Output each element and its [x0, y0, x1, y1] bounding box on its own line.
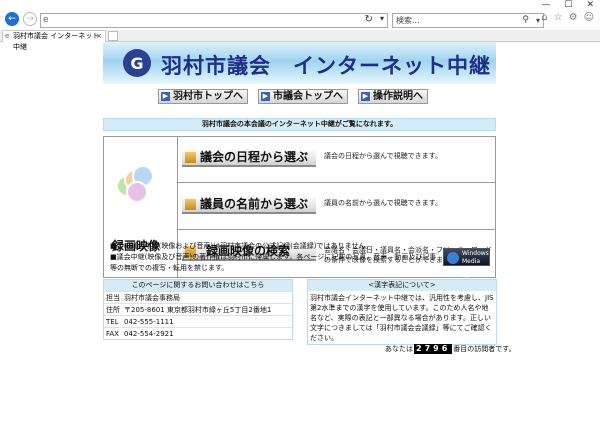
- arrow-right-icon: [185, 152, 196, 163]
- notice-line: ■この議会中継(映像および音声)は羽村市議会の公式記録(会議録)ではありません。: [110, 242, 373, 250]
- address-bar[interactable]: e ↻ ▾: [40, 13, 388, 28]
- nav-council-top[interactable]: ▶ 市議会トップへ: [258, 89, 348, 104]
- kanji-header: <漢字表記について>: [308, 280, 496, 291]
- row-description: 議会の日程から選んで視聴できます。: [324, 152, 442, 160]
- top-nav: ▶ 羽村市トップへ ▶ 市議会トップへ ▶ 操作説明へ: [158, 89, 428, 104]
- windows-media-player-badge[interactable]: Windows Media Player 12: [443, 248, 490, 281]
- visitor-counter: あなたは 2796 番目の訪問者です。: [385, 344, 516, 354]
- nav-label: 羽村市トップへ: [173, 91, 243, 102]
- arrow-right-icon: ▶: [361, 92, 370, 101]
- button-label: 議員の名前から選ぶ: [200, 197, 309, 211]
- contact-label: 住所: [106, 306, 120, 314]
- contact-row: 住所 〒205-8601 東京都羽村市緑ヶ丘5丁目2番地1: [104, 303, 292, 315]
- nav-city-top[interactable]: ▶ 羽村市トップへ: [158, 89, 248, 104]
- contact-box: このページに関するお問い合わせはこちら 担当 羽村市議会事務局 住所 〒205-…: [103, 279, 293, 340]
- gear-icon[interactable]: ⚙: [569, 12, 578, 23]
- counter-prefix: あなたは: [385, 345, 413, 353]
- button-label: 議会の日程から選ぶ: [200, 150, 309, 164]
- banner: G 羽村市議会 インターネット中継: [103, 42, 496, 84]
- toolbar-icons: ⌂ ☆ ⚙ ☺: [541, 12, 594, 23]
- contact-row: TEL 042-555-1111: [104, 315, 292, 327]
- intro-banner: 羽村市議会の本会議のインターネット中継がご覧になれます。: [103, 118, 496, 131]
- row-description: 議員の名前から選んで視聴できます。: [324, 199, 442, 207]
- smiley-icon[interactable]: ☺: [584, 12, 594, 23]
- windows-media-player-icon: [447, 252, 459, 264]
- contact-row: 担当 羽村市議会事務局: [104, 291, 292, 303]
- title-bar: [0, 0, 600, 8]
- disc-icon: [116, 165, 156, 209]
- ie-tab-icon: e: [5, 32, 10, 40]
- search-dropdown-icon[interactable]: ▾: [536, 14, 540, 27]
- ie-page-icon: e: [43, 15, 49, 25]
- counter-suffix: 番目の訪問者です。: [453, 345, 516, 353]
- contact-value: 羽村市議会事務局: [124, 294, 180, 302]
- contact-label: FAX: [106, 330, 119, 338]
- kanji-notice-box: <漢字表記について> 羽村市議会インターネット中継では、汎用性を考慮し、JIS第…: [307, 279, 497, 345]
- contact-label: TEL: [106, 318, 119, 326]
- select-by-member-button[interactable]: 議員の名前から選ぶ: [182, 196, 316, 214]
- menu-row-member: 議員の名前から選ぶ 議員の名前から選んで視聴できます。: [178, 184, 495, 230]
- copyright-notice: ■この議会中継(映像および音声)は羽村市議会の公式記録(会議録)ではありません。…: [110, 241, 440, 274]
- arrow-right-icon: →: [26, 14, 34, 24]
- contact-label: 担当: [106, 294, 120, 302]
- nav-label: 市議会トップへ: [273, 91, 343, 102]
- tab-active[interactable]: e 羽村市議会 インターネット中継 ×: [2, 30, 106, 51]
- notice-line: ■議会中継(映像及び音声)の著作権は羽村市に帰属します。各ページに記載の写真、音…: [110, 253, 437, 272]
- banner-title: 羽村市議会 インターネット中継: [161, 54, 491, 78]
- search-box[interactable]: 検索... ⚲ ▾: [392, 13, 544, 28]
- forward-button[interactable]: →: [23, 12, 37, 26]
- arrow-right-icon: ▶: [161, 92, 170, 101]
- contact-header: このページに関するお問い合わせはこちら: [104, 280, 292, 291]
- contact-value: 042-554-2921: [124, 330, 174, 338]
- page-content: G 羽村市議会 インターネット中継 ▶ 羽村市トップへ ▶ 市議会トップへ ▶ …: [0, 42, 600, 434]
- search-placeholder: 検索...: [396, 16, 420, 25]
- contact-row: FAX 042-554-2921: [104, 327, 292, 339]
- search-icon[interactable]: ⚲: [522, 14, 529, 27]
- arrow-right-icon: ▶: [261, 92, 270, 101]
- city-logo-icon: G: [123, 49, 151, 77]
- nav-label: 操作説明へ: [373, 91, 423, 102]
- chevron-down-icon[interactable]: ▾: [380, 14, 384, 23]
- back-button[interactable]: ←: [5, 12, 19, 26]
- arrow-left-icon: ←: [8, 14, 16, 24]
- tab-bar: e 羽村市議会 インターネット中継 ×: [0, 30, 600, 51]
- select-by-schedule-button[interactable]: 議会の日程から選ぶ: [182, 149, 316, 167]
- favorites-star-icon[interactable]: ☆: [554, 12, 563, 23]
- counter-value: 2796: [414, 344, 453, 354]
- refresh-icon[interactable]: ↻: [365, 14, 373, 25]
- tab-close-icon[interactable]: ×: [96, 31, 102, 42]
- new-tab-button[interactable]: [108, 31, 118, 41]
- menu-row-schedule: 議会の日程から選ぶ 議会の日程から選んで視聴できます。: [178, 137, 495, 183]
- nav-help[interactable]: ▶ 操作説明へ: [358, 89, 428, 104]
- arrow-right-icon: [185, 199, 196, 210]
- kanji-body: 羽村市議会インターネット中継では、汎用性を考慮し、JIS第2水準までの漢字を使用…: [310, 294, 494, 342]
- contact-value: 〒205-8601 東京都羽村市緑ヶ丘5丁目2番地1: [124, 306, 272, 314]
- home-icon[interactable]: ⌂: [541, 12, 547, 23]
- contact-value: 042-555-1111: [124, 318, 174, 326]
